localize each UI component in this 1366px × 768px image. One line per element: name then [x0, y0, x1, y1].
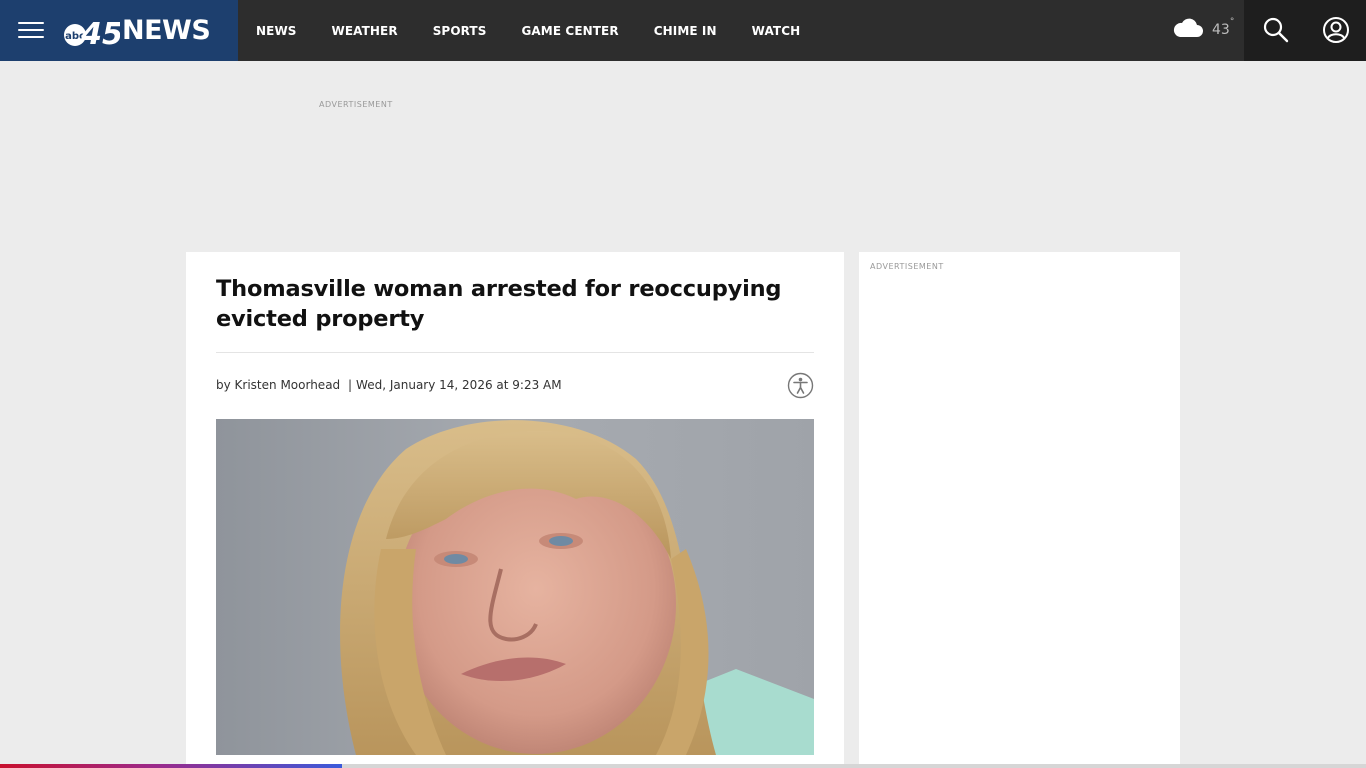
- sidebar-ad[interactable]: ADVERTISEMENT: [859, 252, 1180, 768]
- nav-item-game-center[interactable]: GAME CENTER: [521, 24, 618, 38]
- cloud-icon: [1172, 17, 1204, 43]
- byline-date: Wed, January 14, 2026 at 9:23 AM: [356, 378, 562, 392]
- sidebar-ad-label: ADVERTISEMENT: [870, 262, 944, 271]
- byline-author[interactable]: Kristen Moorhead: [235, 378, 341, 392]
- article-card: Thomasville woman arrested for reoccupyi…: [186, 252, 844, 768]
- site-header: abc 45 NEWS NEWS WEATHER SPORTS GAME CEN…: [0, 0, 1366, 61]
- top-ad-label: ADVERTISEMENT: [319, 100, 393, 109]
- nav-item-watch[interactable]: WATCH: [752, 24, 801, 38]
- nav-item-sports[interactable]: SPORTS: [433, 24, 487, 38]
- reading-progress-fill: [0, 764, 342, 768]
- nav-item-chime-in[interactable]: CHIME IN: [654, 24, 717, 38]
- brand-area: abc 45 NEWS: [0, 0, 238, 61]
- accessibility-icon[interactable]: [787, 372, 814, 399]
- nav-item-weather[interactable]: WEATHER: [332, 24, 398, 38]
- byline-prefix: by: [216, 378, 231, 392]
- account-icon[interactable]: [1322, 16, 1350, 44]
- main-nav: NEWS WEATHER SPORTS GAME CENTER CHIME IN…: [256, 0, 835, 61]
- weather-widget[interactable]: 43°: [1172, 17, 1235, 43]
- header-tools: [1244, 0, 1366, 61]
- article-headline: Thomasville woman arrested for reoccupyi…: [216, 276, 782, 332]
- logo-number-text: 45: [80, 17, 120, 49]
- reading-progress-track: [0, 764, 1366, 768]
- article-photo[interactable]: [216, 419, 814, 755]
- site-logo[interactable]: abc 45 NEWS: [62, 12, 211, 52]
- search-icon[interactable]: [1262, 16, 1290, 44]
- byline-separator: |: [348, 378, 353, 392]
- hamburger-menu-icon[interactable]: [18, 20, 44, 40]
- article-byline: by Kristen Moorhead | Wed, January 14, 20…: [216, 378, 562, 392]
- logo-word: NEWS: [122, 15, 211, 46]
- headline-divider: [216, 352, 814, 353]
- abc45-logo-mark: abc 45: [62, 13, 123, 52]
- weather-temperature: 43°: [1212, 17, 1235, 38]
- nav-item-news[interactable]: NEWS: [256, 24, 297, 38]
